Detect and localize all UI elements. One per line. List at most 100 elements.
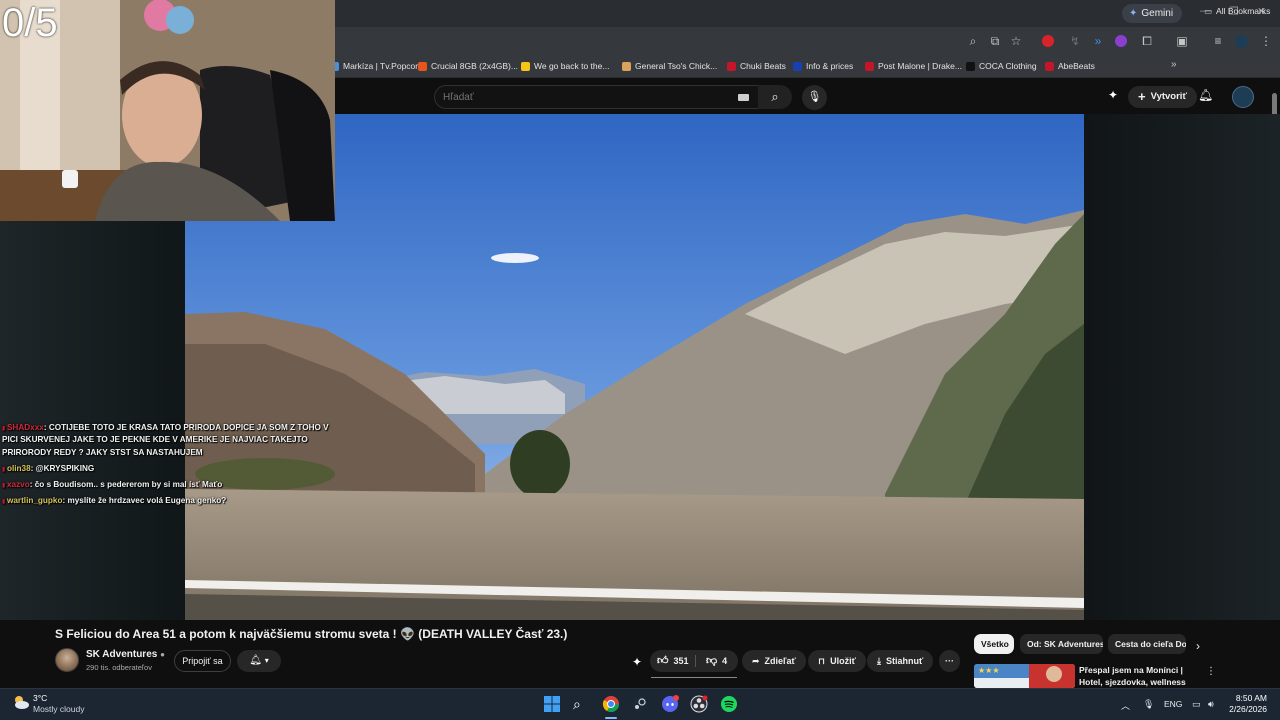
taskbar-search-icon[interactable]: ⌕	[573, 695, 591, 713]
keyboard-icon[interactable]	[738, 94, 749, 101]
bookmark-icon: ⊓	[818, 656, 826, 666]
filter-chip[interactable]: Cesta do cieľa Do	[1108, 634, 1186, 654]
spotify-icon[interactable]	[720, 695, 738, 713]
gemini-button[interactable]: ✦ Gemini	[1122, 4, 1183, 23]
bookmark-item[interactable]: Crucial 8GB (2x4GB)...	[418, 59, 518, 74]
search-button[interactable]: ⌕	[758, 85, 792, 109]
bookmark-label: Post Malone | Drake...	[878, 61, 962, 71]
download-icon: ⤓	[877, 656, 881, 666]
bookmark-favicon-icon	[793, 62, 802, 71]
download-button[interactable]: ⤓ Stiahnuť	[867, 650, 934, 672]
like-ratio-bar	[651, 677, 737, 678]
all-bookmarks-button[interactable]: ▭ All Bookmarks	[1204, 4, 1270, 19]
bell-icon: 🔔︎	[249, 655, 262, 666]
gemini-sparkle-icon: ✦	[1129, 8, 1138, 19]
gemini-star-icon[interactable]: ✦	[1108, 88, 1118, 102]
tray-overflow-chevron-icon[interactable]: ︿	[1121, 699, 1130, 712]
bookmark-star-icon[interactable]: ☆	[1008, 33, 1024, 49]
extension-purple-icon[interactable]	[1115, 35, 1127, 47]
stream-counter: 0/5	[2, 1, 58, 45]
clock-date[interactable]: 2/26/2026	[1225, 704, 1267, 714]
extensions-puzzle-icon[interactable]: ⧠	[1139, 33, 1155, 49]
chat-text: PRIRORODY REDY ? JAKY STST SA NASTAHUJEM	[2, 448, 203, 457]
plus-icon: +	[1138, 89, 1146, 104]
create-button[interactable]: + Vytvoriť	[1128, 86, 1197, 108]
channel-name[interactable]: SK Adventures ●	[86, 649, 165, 660]
bookmark-item[interactable]: Post Malone | Drake...	[865, 59, 962, 74]
subscriber-count: 290 tis. odberateľov	[86, 663, 152, 672]
bookmark-favicon-icon	[418, 62, 427, 71]
save-label: Uložiť	[830, 656, 856, 666]
discord-icon[interactable]	[661, 695, 679, 713]
chevron-down-icon: ▾	[264, 656, 269, 665]
bookmark-item[interactable]: Info & prices	[793, 59, 853, 74]
like-button[interactable]: 👍︎ 351	[657, 650, 689, 672]
channel-avatar[interactable]	[55, 648, 79, 672]
bookmark-item[interactable]: Chuki Beats	[727, 59, 786, 74]
windows-start-icon[interactable]	[543, 695, 561, 713]
ai-ask-icon[interactable]: ✦	[632, 655, 642, 669]
dislike-button[interactable]: 👎︎ 4	[706, 650, 727, 672]
weather-cloud-icon[interactable]	[12, 693, 30, 711]
profile-avatar-icon[interactable]	[1235, 35, 1248, 48]
chat-message: ▮ olin38: @KRYSPIKING	[2, 462, 94, 477]
bookmark-label: COCA Clothing	[979, 61, 1037, 71]
bookmark-label: General Tso's Chick...	[635, 61, 718, 71]
chevron-right-icon[interactable]: ›	[1196, 639, 1200, 653]
notifications-bell-icon[interactable]: 🔔︎	[1198, 88, 1213, 102]
recommended-video-thumbnail[interactable]: ★★★	[974, 664, 1075, 688]
bookmark-item[interactable]: COCA Clothing	[966, 59, 1037, 74]
obs-icon[interactable]	[690, 695, 708, 713]
active-app-indicator	[605, 717, 617, 719]
weather-temperature[interactable]: 3°C	[33, 693, 47, 703]
bookmark-item[interactable]: General Tso's Chick...	[622, 59, 717, 74]
bookmark-item[interactable]: AbeBeats	[1045, 59, 1095, 74]
voice-search-button[interactable]: 🎙	[802, 85, 827, 110]
like-count: 351	[673, 656, 689, 666]
chat-username: SHADxxx	[6, 423, 44, 432]
chat-message: PRIRORODY REDY ? JAKY STST SA NASTAHUJEM	[2, 446, 203, 459]
thumbs-up-icon: 👍︎	[657, 655, 669, 667]
account-avatar[interactable]	[1232, 86, 1254, 108]
save-button[interactable]: ⊓ Uložiť	[808, 650, 866, 672]
reading-list-icon[interactable]: ≡	[1210, 33, 1226, 49]
share-button[interactable]: ➦ Zdieľať	[742, 650, 806, 672]
more-actions-button[interactable]: ···	[939, 650, 960, 672]
microphone-icon: 🎙	[807, 91, 822, 103]
bookmark-favicon-icon	[966, 62, 975, 71]
bookmark-item[interactable]: We go back to the...	[521, 59, 609, 74]
filter-chip[interactable]: Všetko	[974, 634, 1014, 654]
recommended-video-title[interactable]: Přespal jsem na Monínci | Hotel, sjezdov…	[1079, 664, 1205, 688]
recommended-menu-icon[interactable]: ⋮	[1206, 666, 1216, 677]
chat-message: ▮ xazvo: čo s Boudisom.. s pedererom by …	[2, 478, 222, 493]
bookmark-label: We go back to the...	[534, 61, 610, 71]
search-input[interactable]	[443, 89, 723, 105]
filter-chip[interactable]: Od: SK Adventures	[1020, 634, 1103, 654]
steam-icon[interactable]	[631, 695, 649, 713]
subscribe-notifications-button[interactable]: 🔔︎ ▾	[237, 650, 281, 672]
bookmark-favicon-icon	[727, 62, 736, 71]
chrome-icon[interactable]	[602, 695, 620, 713]
clock-time[interactable]: 8:50 AM	[1225, 693, 1267, 703]
extension-red-icon[interactable]	[1042, 35, 1054, 47]
chat-username: xazvo	[6, 480, 30, 489]
extension-blue-icon[interactable]: »	[1090, 33, 1106, 49]
zoom-icon[interactable]: ⌕	[965, 33, 981, 49]
tray-microphone-icon[interactable]: 🎙	[1143, 699, 1154, 710]
chrome-menu-icon[interactable]: ⋮	[1258, 33, 1274, 49]
screen: ✦ Gemini — ❐ ✕ ⌕ ⧉ ☆ ↯ » ⧠ ▣ ≡ ⋮ Markíza…	[0, 0, 1280, 720]
bookmark-label: AbeBeats	[1058, 61, 1095, 71]
join-button[interactable]: Pripojiť sa	[174, 650, 231, 672]
sidepanel-icon[interactable]: ▣	[1174, 33, 1190, 49]
download-label: Stiahnuť	[885, 656, 924, 666]
input-language[interactable]: ENG	[1164, 699, 1182, 709]
chat-text: PICI SKURVENEJ JAKE TO JE PEKNE KDE V AM…	[2, 435, 308, 444]
extension-gray-icon[interactable]: ↯	[1067, 33, 1083, 49]
install-app-icon[interactable]: ⧉	[987, 33, 1003, 49]
tray-display-icon[interactable]: ▭	[1192, 699, 1201, 710]
video-title: S Feliciou do Area 51 a potom k najväčši…	[55, 627, 568, 641]
bookmark-item[interactable]: Markíza | Tv.Popcor...	[330, 59, 425, 74]
weather-description[interactable]: Mostly cloudy	[33, 704, 85, 714]
bookmarks-overflow-button[interactable]: »	[1171, 59, 1177, 70]
tray-volume-icon[interactable]: 🔊︎	[1208, 699, 1214, 710]
